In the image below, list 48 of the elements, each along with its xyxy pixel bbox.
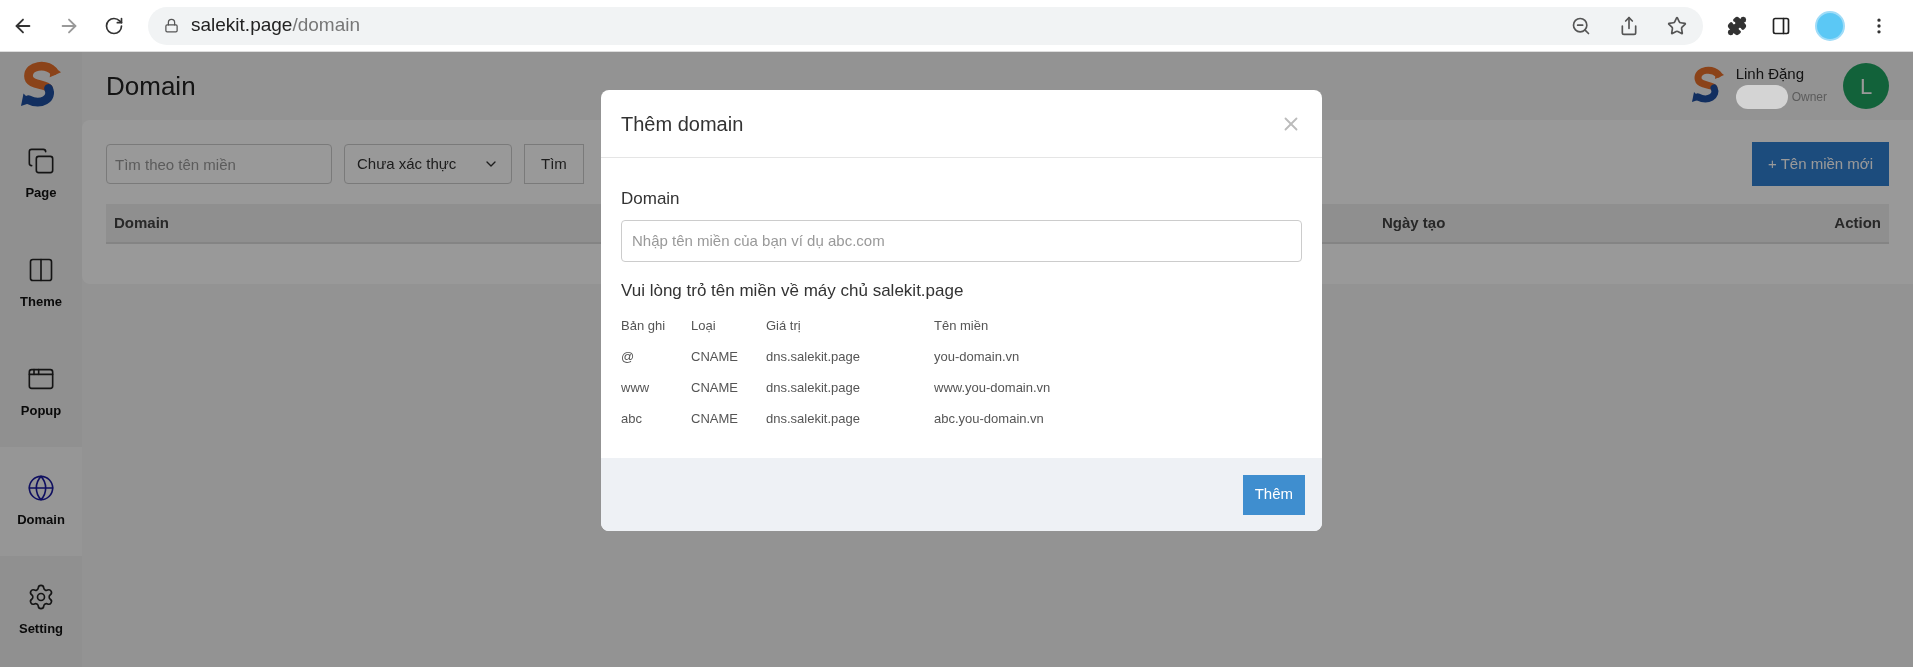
record-cell-text: www	[621, 378, 651, 397]
user-name: Linh Đặng	[1735, 63, 1806, 84]
sidebar-item[interactable]: Domain	[0, 447, 82, 556]
sidebar-item[interactable]: Theme	[0, 229, 82, 338]
column-header: Ngày tạo	[1382, 212, 1446, 233]
lock-icon	[164, 18, 179, 33]
record-cell-text: abc.you-domain.vn	[934, 409, 1045, 428]
page-title: Domain	[106, 69, 196, 103]
side-panel-icon[interactable]	[1771, 15, 1791, 36]
record-cell-text: CNAME	[691, 409, 739, 428]
record-column-header: Loại	[691, 317, 717, 336]
record-cell-text: you-domain.vn	[934, 347, 1021, 366]
record-cell-text: abc	[621, 409, 643, 428]
field-label: Domain	[621, 188, 681, 210]
record-column-header: Tên miền	[934, 317, 990, 336]
record-column-header: Bản ghi	[621, 317, 667, 336]
add-button[interactable]: Thêm	[1242, 474, 1305, 515]
record-cell-text: dns.salekit.page	[766, 378, 861, 397]
status-select[interactable]: Chưa xác thực	[344, 144, 512, 184]
pages-icon	[27, 146, 55, 175]
redaction-blob	[1735, 85, 1788, 110]
star-icon[interactable]	[1667, 15, 1687, 36]
record-cell-text: @	[621, 347, 636, 366]
search-button[interactable]: Tìm	[524, 144, 584, 184]
sidebar-item[interactable]: Setting	[0, 556, 82, 665]
sidebar-item[interactable]: Page	[0, 120, 82, 229]
search-field[interactable]: Tìm theo tên miền	[106, 144, 332, 184]
record-cell-text: www.you-domain.vn	[934, 378, 1052, 397]
extensions-icon[interactable]	[1727, 15, 1747, 36]
domain-input[interactable]: Nhập tên miền của bạn ví dụ abc.com	[621, 219, 1302, 262]
url-host: salekit.page	[191, 13, 293, 38]
column-header: Action	[1834, 212, 1881, 233]
reload-icon[interactable]	[104, 15, 124, 36]
record-cell-text: dns.salekit.page	[766, 347, 861, 366]
dns-instruction: Vui lòng trỏ tên miền về máy chủ salekit.page	[621, 279, 965, 302]
zoom-out-icon[interactable]	[1571, 15, 1591, 36]
share-icon[interactable]	[1619, 15, 1639, 36]
record-column-header: Giá trị	[766, 317, 802, 336]
column-header: Domain	[114, 212, 169, 233]
record-cell-text: CNAME	[691, 378, 739, 397]
sidebar-item[interactable]: Popup	[0, 338, 82, 447]
record-cell-text: CNAME	[691, 347, 739, 366]
record-cell-text: dns.salekit.page	[766, 409, 861, 428]
modal-title: Thêm domain	[621, 111, 744, 137]
settings-icon	[27, 582, 55, 611]
url-path: /domain	[292, 13, 360, 38]
globe-icon	[27, 473, 55, 502]
address-bar[interactable]: salekit.page/domain	[148, 6, 1703, 45]
